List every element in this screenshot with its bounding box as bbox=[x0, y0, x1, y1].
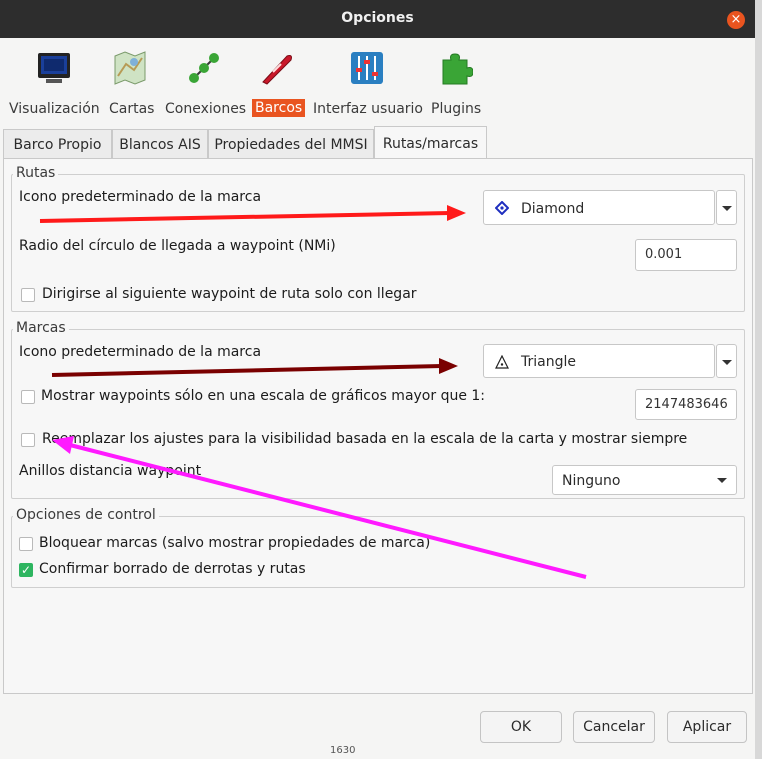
ok-button[interactable]: OK bbox=[480, 711, 562, 743]
triangle-icon bbox=[495, 355, 509, 369]
confirm-delete-checkbox[interactable]: ✓ bbox=[19, 563, 33, 577]
apply-button[interactable]: Aplicar bbox=[667, 711, 747, 743]
rutas-icon-dropdown-button[interactable] bbox=[716, 190, 737, 225]
marcas-icon-value: Triangle bbox=[521, 354, 576, 370]
tab-rutas-marcas[interactable]: Rutas/marcas bbox=[374, 126, 487, 160]
toolbar-label-visualizacion: Visualización bbox=[9, 101, 100, 117]
sliders-icon bbox=[351, 52, 383, 84]
window-title: Opciones bbox=[341, 10, 414, 26]
advance-waypoint-checkbox[interactable] bbox=[21, 288, 35, 302]
show-scale-label: Mostrar waypoints sólo en una escala de … bbox=[41, 388, 486, 404]
tab-blancos-ais[interactable]: Blancos AIS bbox=[112, 129, 208, 159]
control-group-title: Opciones de control bbox=[13, 507, 159, 523]
toolbar-label-plugins: Plugins bbox=[431, 101, 482, 117]
chart-map-icon bbox=[114, 51, 146, 85]
options-dialog: Opciones × Visualización Cartas Conexion… bbox=[0, 0, 755, 759]
confirm-delete-label: Confirmar borrado de derrotas y rutas bbox=[39, 561, 306, 577]
diamond-icon bbox=[495, 201, 509, 215]
title-bar: Opciones × bbox=[0, 0, 755, 38]
rutas-group-title: Rutas bbox=[13, 165, 59, 181]
rings-select[interactable]: Ninguno bbox=[552, 465, 737, 495]
override-visibility-label: Reemplazar los ajustes para la visibilid… bbox=[42, 431, 688, 447]
advance-waypoint-label: Dirigirse al siguiente waypoint de ruta … bbox=[42, 286, 417, 302]
control-group bbox=[11, 516, 745, 588]
background-strip bbox=[755, 0, 762, 759]
lock-marks-label: Bloquear marcas (salvo mostrar propiedad… bbox=[39, 535, 431, 551]
show-scale-checkbox[interactable] bbox=[21, 390, 35, 404]
toolbar-label-cartas: Cartas bbox=[109, 101, 155, 117]
connections-icon bbox=[189, 53, 219, 83]
lock-marks-checkbox[interactable] bbox=[19, 537, 33, 551]
background-text-fragment: 1630 bbox=[330, 745, 356, 756]
rutas-icon-combo[interactable]: Diamond bbox=[483, 190, 715, 225]
marcas-icon-combo[interactable]: Triangle bbox=[483, 344, 715, 378]
marcas-icon-dropdown-button[interactable] bbox=[716, 344, 737, 378]
rings-value: Ninguno bbox=[562, 473, 621, 489]
rutas-icon-value: Diamond bbox=[521, 201, 585, 217]
toolbar-label-barcos: Barcos bbox=[252, 99, 306, 117]
boat-icon bbox=[262, 55, 292, 85]
monitor-icon bbox=[38, 53, 70, 83]
rutas-default-icon-label: Icono predeterminado de la marca bbox=[19, 189, 262, 205]
tab-propiedades-mmsi[interactable]: Propiedades del MMSI bbox=[208, 129, 374, 159]
arrival-radius-input[interactable]: 0.001 bbox=[635, 239, 737, 271]
marcas-group-title: Marcas bbox=[13, 320, 69, 336]
cancel-button[interactable]: Cancelar bbox=[573, 711, 655, 743]
marcas-default-icon-label: Icono predeterminado de la marca bbox=[19, 344, 262, 360]
arrival-radius-label: Radio del círculo de llegada a waypoint … bbox=[19, 238, 336, 254]
toolbar-label-conexiones: Conexiones bbox=[165, 101, 247, 117]
scale-input[interactable]: 2147483646 bbox=[635, 389, 737, 420]
toolbar-label-interfaz-usuario: Interfaz usuario bbox=[313, 101, 423, 117]
override-visibility-checkbox[interactable] bbox=[21, 433, 35, 447]
puzzle-icon bbox=[442, 53, 473, 85]
chevron-down-icon bbox=[722, 206, 732, 211]
chevron-down-icon bbox=[717, 478, 727, 483]
chevron-down-icon bbox=[722, 360, 732, 365]
rings-label: Anillos distancia waypoint bbox=[19, 463, 202, 479]
close-button[interactable]: × bbox=[727, 11, 745, 29]
tab-barco-propio[interactable]: Barco Propio bbox=[3, 129, 112, 159]
